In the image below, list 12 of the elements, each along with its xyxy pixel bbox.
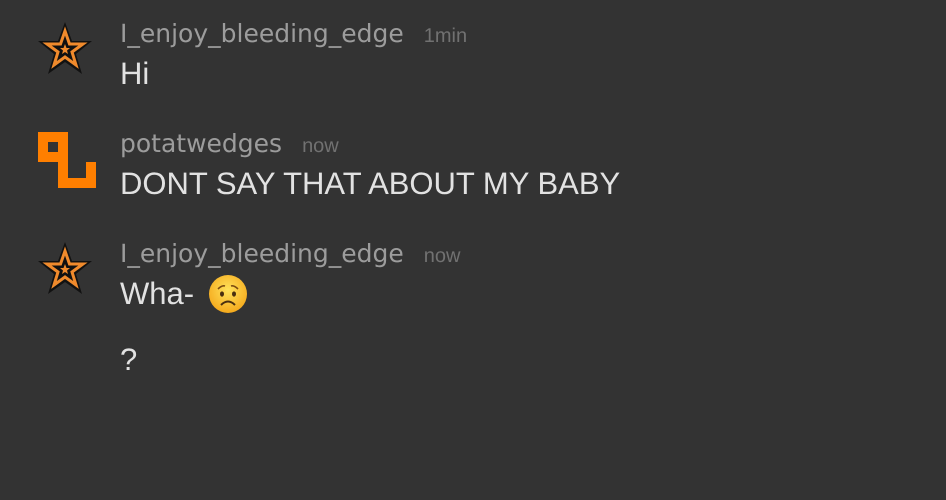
message-text: ? [120, 341, 138, 379]
worried-face-icon [208, 274, 248, 314]
timestamp: now [424, 245, 460, 267]
username[interactable]: I_enjoy_bleeding_edge [120, 19, 404, 48]
username[interactable]: potatwedges [120, 129, 282, 158]
message-text: Wha- [120, 275, 194, 313]
message-text: DONT SAY THAT ABOUT MY BABY [120, 165, 620, 203]
blocks-icon [36, 130, 96, 188]
username[interactable]: I_enjoy_bleeding_edge [120, 239, 404, 268]
message-text: Hi [120, 55, 150, 93]
timestamp: now [302, 135, 339, 157]
timestamp: 1min [424, 25, 468, 47]
